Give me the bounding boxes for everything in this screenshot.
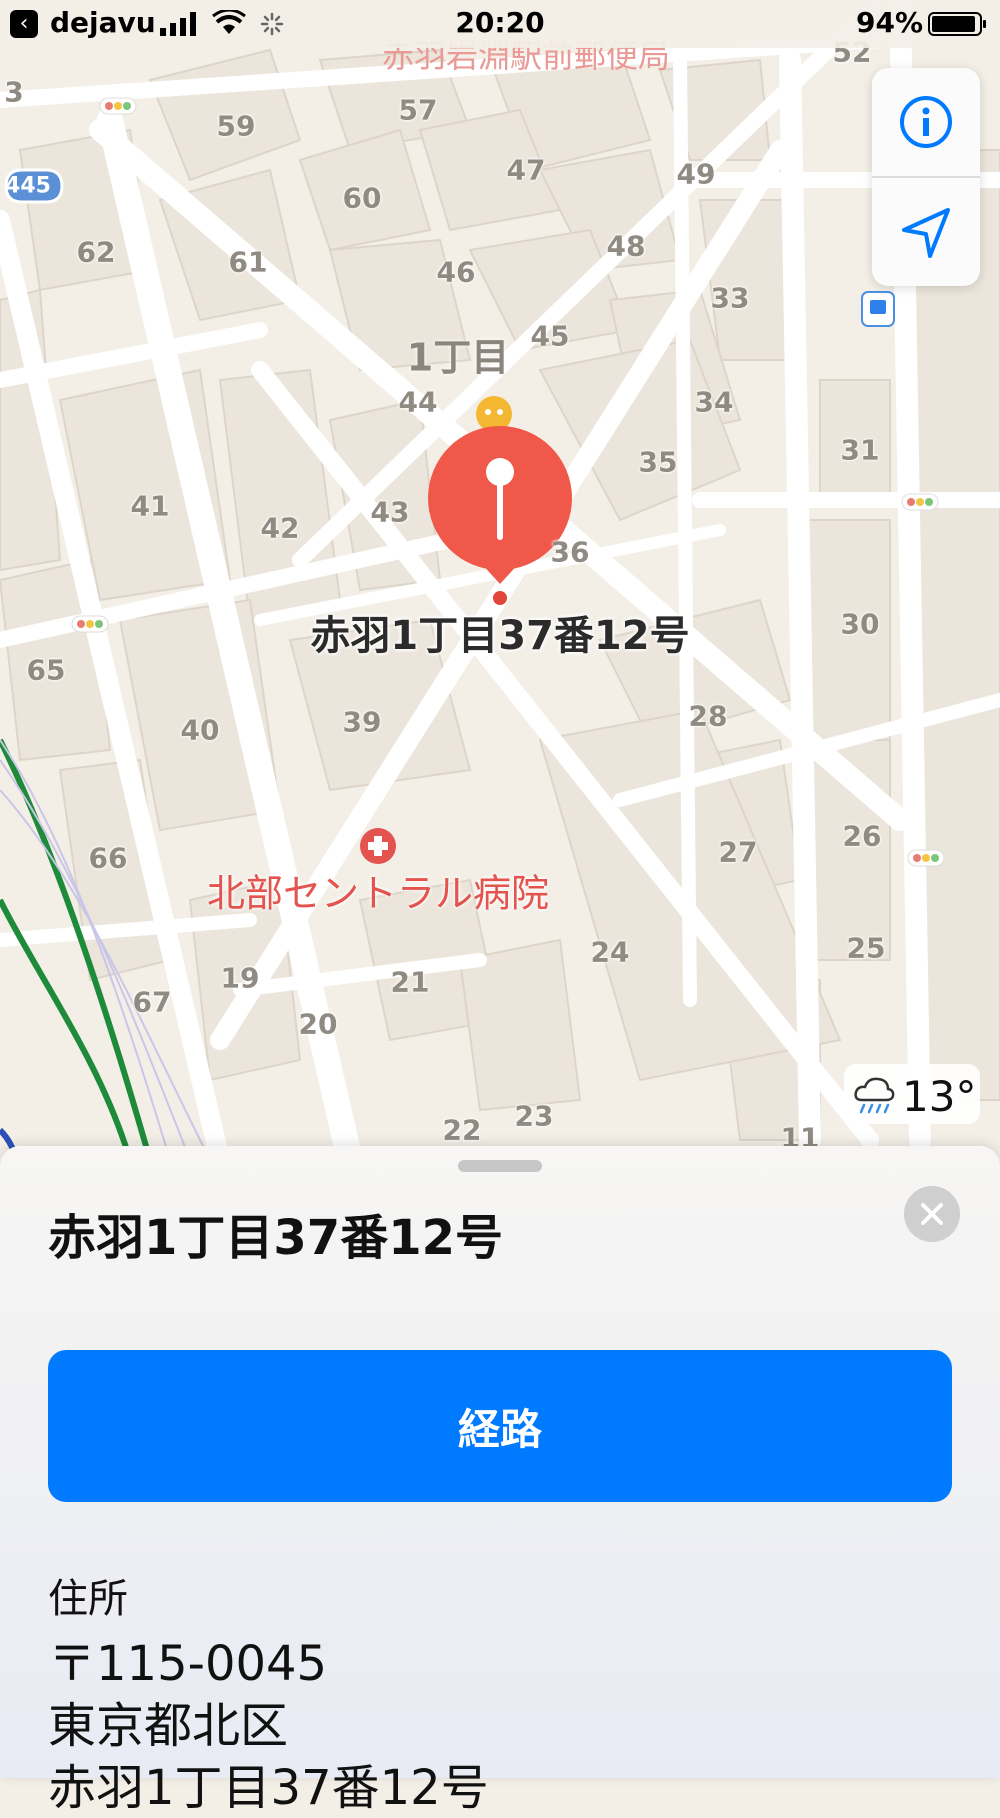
hospital-label[interactable]: 北部セントラル病院 (207, 863, 549, 918)
close-icon (921, 1203, 943, 1225)
block-number-label: 22 (442, 1113, 482, 1147)
location-arrow-icon (902, 208, 950, 258)
info-button[interactable] (872, 68, 980, 176)
block-number-label: 39 (342, 705, 382, 739)
block-number-label: 34 (694, 385, 734, 419)
block-number-label: 28 (688, 699, 728, 733)
block-number-label: 45 (530, 319, 570, 353)
wifi-icon (212, 10, 246, 34)
signal-icon (160, 12, 196, 36)
place-card: 赤羽1丁目37番12号 経路 住所 〒115-0045 東京都北区 赤羽1丁目3… (0, 1146, 1000, 1816)
dropped-pin[interactable] (430, 428, 570, 588)
district-label: 1丁目 (406, 335, 510, 380)
weather-badge[interactable]: 13° (844, 1064, 980, 1124)
block-number-label: 42 (260, 511, 300, 545)
address-label: 住所 (48, 1576, 128, 1622)
block-number-label: 21 (390, 965, 430, 999)
block-number-label: 31 (840, 433, 880, 467)
rain-cloud-icon (854, 1077, 895, 1114)
map-controls (872, 68, 980, 286)
block-number-label: 35 (638, 445, 678, 479)
temperature: 13° (902, 1072, 977, 1121)
block-number-label: 19 (220, 961, 260, 995)
address-ward[interactable]: 東京都北区 (48, 1686, 288, 1756)
block-number-label: 59 (216, 109, 256, 143)
sheet-grabber[interactable] (458, 1160, 542, 1172)
block-number-label: 24 (590, 935, 630, 969)
info-icon (900, 96, 952, 148)
battery-icon (928, 12, 986, 36)
clock: 20:20 (455, 6, 545, 39)
loading-spinner-icon (260, 12, 284, 36)
block-number-label: 27 (718, 835, 758, 869)
block-number-label: 65 (26, 653, 66, 687)
address-street[interactable]: 赤羽1丁目37番12号 (48, 1748, 489, 1818)
battery-percent: 94% (856, 6, 924, 39)
block-number-label: 48 (606, 229, 646, 263)
block-number-label: 46 (436, 255, 476, 289)
block-number-label: 66 (88, 841, 128, 875)
dropped-pin-label[interactable]: 赤羽1丁目37番12号 (310, 603, 689, 661)
back-app-name[interactable]: dejavu (50, 6, 156, 39)
block-number-label: 43 (370, 495, 410, 529)
status-bar: ‹ dejavu 20:20 94% (0, 0, 1000, 48)
block-number-label: 20 (298, 1007, 338, 1041)
block-number-label: 67 (132, 985, 172, 1019)
block-number-label: 44 (398, 385, 438, 419)
block-number-label: 40 (180, 713, 220, 747)
block-number-label: 26 (842, 819, 882, 853)
block-number-label: 41 (130, 489, 170, 523)
block-number-label: 49 (676, 157, 716, 191)
block-number-label: 61 (228, 245, 268, 279)
block-number-label: 33 (710, 281, 750, 315)
block-number-label: 25 (846, 931, 886, 965)
locate-me-button[interactable] (872, 178, 980, 286)
block-number-label: 30 (840, 607, 880, 641)
block-number-label: 3 (4, 75, 24, 109)
address-postal-code[interactable]: 〒115-0045 (48, 1624, 327, 1694)
block-number-label: 60 (342, 181, 382, 215)
block-number-label: 62 (76, 235, 116, 269)
block-number-label: 23 (514, 1099, 554, 1133)
block-number-label: 47 (506, 153, 546, 187)
back-to-app-icon[interactable]: ‹ (10, 10, 38, 38)
block-number-label: 57 (398, 93, 438, 127)
map-view[interactable]: 赤羽岩淵駅前郵便局 445 3 52 59 57 47 49 60 62 61 46 48 33 45 4… (0, 0, 1000, 1160)
directions-button[interactable]: 経路 (48, 1350, 952, 1502)
close-button[interactable] (904, 1186, 960, 1242)
place-title: 赤羽1丁目37番12号 (48, 1210, 503, 1266)
route-shield-label: 445 (5, 173, 51, 199)
